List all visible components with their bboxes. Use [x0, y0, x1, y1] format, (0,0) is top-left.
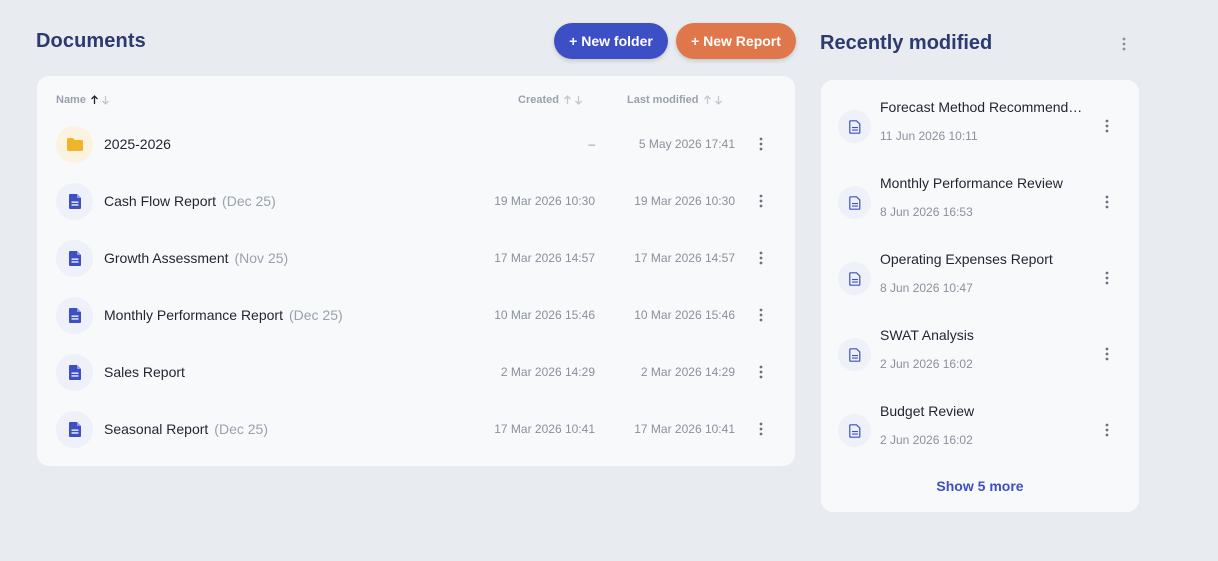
document-icon: [56, 297, 93, 334]
list-item[interactable]: SWAT Analysis 2 Jun 2026 16:02: [821, 308, 1139, 384]
document-icon: [838, 414, 871, 447]
table-row[interactable]: Cash Flow Report (Dec 25) 19 Mar 2026 10:…: [37, 173, 795, 230]
row-created: 17 Mar 2026 14:57: [494, 251, 595, 265]
list-item-date: 2 Jun 2026 16:02: [880, 433, 973, 447]
list-item[interactable]: Budget Review 2 Jun 2026 16:02: [821, 384, 1139, 460]
row-created: 19 Mar 2026 10:30: [494, 194, 595, 208]
row-name-text: Seasonal Report: [104, 421, 209, 437]
row-modified: 10 Mar 2026 15:46: [634, 308, 735, 322]
arrow-up-icon[interactable]: [703, 95, 712, 105]
list-item-date: 8 Jun 2026 16:53: [880, 205, 973, 219]
row-name-text: Cash Flow Report: [104, 193, 217, 209]
column-header-name-label: Name: [56, 94, 86, 106]
row-modified: 5 May 2026 17:41: [638, 137, 735, 151]
table-row[interactable]: Sales Report 2 Mar 2026 14:29 2 Mar 2026…: [37, 344, 795, 401]
row-created: 2 Mar 2026 14:29: [500, 365, 595, 379]
sort-controls: [90, 95, 110, 105]
recently-modified-list: Forecast Method Recommend… 11 Jun 2026 1…: [821, 80, 1139, 512]
more-vertical-icon[interactable]: [1101, 270, 1113, 286]
documents-page: Documents + New folder + New Report Rece…: [0, 0, 1218, 561]
row-name: Seasonal Report (Dec 25): [104, 421, 268, 437]
row-tag: (Dec 25): [288, 307, 343, 323]
sort-controls: [563, 95, 583, 105]
recently-modified-title: Recently modified: [820, 32, 993, 54]
row-modified: 19 Mar 2026 10:30: [634, 194, 735, 208]
more-vertical-icon[interactable]: [1118, 36, 1130, 52]
row-name-text: Sales Report: [104, 364, 185, 380]
list-item[interactable]: Forecast Method Recommend… 11 Jun 2026 1…: [821, 80, 1139, 156]
list-item[interactable]: Monthly Performance Review 8 Jun 2026 16…: [821, 156, 1139, 232]
list-item-title: Forecast Method Recommend…: [880, 99, 1083, 115]
row-name: 2025-2026: [104, 136, 177, 152]
more-vertical-icon[interactable]: [755, 421, 767, 437]
list-item[interactable]: Operating Expenses Report 8 Jun 2026 10:…: [821, 232, 1139, 308]
table-row[interactable]: 2025-2026 – 5 May 2026 17:41: [37, 116, 795, 173]
row-name-text: Growth Assessment: [104, 250, 229, 266]
arrow-up-icon[interactable]: [563, 95, 572, 105]
more-vertical-icon[interactable]: [755, 193, 767, 209]
row-tag: (Nov 25): [234, 250, 289, 266]
column-header-created[interactable]: Created: [518, 94, 583, 106]
more-vertical-icon[interactable]: [1101, 194, 1113, 210]
row-created: –: [588, 137, 595, 151]
documents-title: Documents: [36, 30, 146, 52]
list-item-title: Operating Expenses Report: [880, 251, 1053, 267]
list-item-title: SWAT Analysis: [880, 327, 974, 343]
arrow-down-icon[interactable]: [101, 95, 110, 105]
more-vertical-icon[interactable]: [755, 307, 767, 323]
more-vertical-icon[interactable]: [1101, 422, 1113, 438]
more-vertical-icon[interactable]: [755, 364, 767, 380]
row-created: 17 Mar 2026 10:41: [494, 422, 595, 436]
document-icon: [56, 183, 93, 220]
folder-icon: [56, 126, 93, 163]
row-tag: (Dec 25): [222, 193, 276, 209]
new-report-button[interactable]: + New Report: [676, 23, 796, 59]
list-item-title: Budget Review: [880, 403, 975, 419]
arrow-up-icon[interactable]: [90, 95, 99, 105]
list-item-date: 2 Jun 2026 16:02: [880, 357, 973, 371]
documents-table: Name Created Last modified 2025-2026 – 5…: [37, 76, 795, 466]
column-header-last-modified[interactable]: Last modified: [627, 94, 723, 106]
more-vertical-icon[interactable]: [1101, 118, 1113, 134]
arrow-down-icon[interactable]: [574, 95, 583, 105]
row-name: Sales Report: [104, 364, 191, 380]
sort-controls: [703, 95, 723, 105]
more-vertical-icon[interactable]: [755, 136, 767, 152]
table-row[interactable]: Growth Assessment (Nov 25) 17 Mar 2026 14…: [37, 230, 795, 287]
list-item-date: 8 Jun 2026 10:47: [880, 281, 973, 295]
more-vertical-icon[interactable]: [1101, 346, 1113, 362]
show-more-link[interactable]: Show 5 more: [821, 478, 1139, 494]
row-name-text: 2025-2026: [104, 136, 171, 152]
document-icon: [838, 110, 871, 143]
row-modified: 2 Mar 2026 14:29: [640, 365, 735, 379]
table-row[interactable]: Seasonal Report (Dec 25) 17 Mar 2026 10:4…: [37, 401, 795, 458]
document-icon: [838, 186, 871, 219]
table-row[interactable]: Monthly Performance Report (Dec 25) 10 Ma…: [37, 287, 795, 344]
row-modified: 17 Mar 2026 14:57: [634, 251, 735, 265]
list-item-date: 11 Jun 2026 10:11: [880, 129, 978, 143]
row-modified: 17 Mar 2026 10:41: [634, 422, 735, 436]
row-name: Monthly Performance Report (Dec 25): [104, 307, 343, 323]
document-icon: [56, 354, 93, 391]
row-tag: (Dec 25): [214, 421, 268, 437]
row-name-text: Monthly Performance Report: [104, 307, 283, 323]
document-icon: [56, 411, 93, 448]
column-header-created-label: Created: [518, 94, 559, 106]
list-item-title: Monthly Performance Review: [880, 175, 1063, 191]
column-header-last-modified-label: Last modified: [627, 94, 699, 106]
document-icon: [56, 240, 93, 277]
more-vertical-icon[interactable]: [755, 250, 767, 266]
row-name: Cash Flow Report (Dec 25): [104, 193, 276, 209]
new-folder-button[interactable]: + New folder: [554, 23, 668, 59]
row-created: 10 Mar 2026 15:46: [494, 308, 595, 322]
document-icon: [838, 338, 871, 371]
arrow-down-icon[interactable]: [714, 95, 723, 105]
column-header-name[interactable]: Name: [56, 94, 110, 106]
row-name: Growth Assessment (Nov 25): [104, 250, 288, 266]
document-icon: [838, 262, 871, 295]
